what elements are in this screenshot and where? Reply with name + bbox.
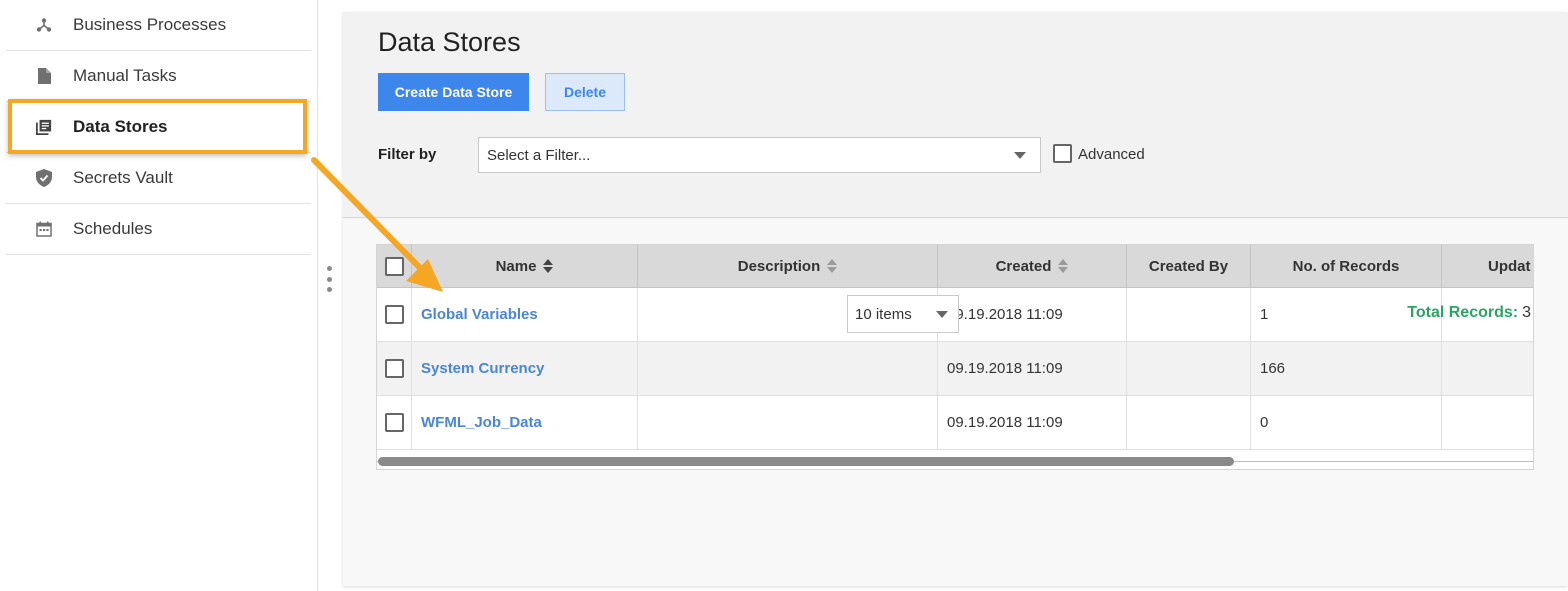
main-panel: Data Stores Create Data Store Delete Fil… [343,12,1568,586]
column-header-created-by[interactable]: Created By [1127,245,1251,287]
sidebar-item-label: Secrets Vault [73,168,173,187]
filter-label: Filter by [378,146,437,163]
row-description [638,342,938,395]
sidebar-item-label: Business Processes [73,15,227,34]
table-header: Name Description Created Created By No. … [377,245,1533,288]
sidebar-item-manual-tasks[interactable]: Manual Tasks [6,51,311,102]
panel-resize-handle[interactable] [326,266,332,292]
row-name-link[interactable]: System Currency [412,342,638,395]
row-created: 09.19.2018 11:09 [938,288,1127,341]
sidebar-item-business-processes[interactable]: Business Processes [6,0,311,51]
row-description [638,396,938,449]
row-records: 0 [1251,396,1442,449]
data-stores-table: Name Description Created Created By No. … [376,244,1534,470]
sort-icon [543,259,554,273]
sidebar: Business Processes Manual Tasks Data Sto… [0,0,318,591]
sort-icon [827,259,838,273]
scrollbar-thumb[interactable] [378,457,1234,466]
total-records-value: 3 [1522,304,1531,321]
row-records: 166 [1251,342,1442,395]
row-created: 09.19.2018 11:09 [938,342,1127,395]
row-updated [1442,396,1533,449]
filter-placeholder: Select a Filter... [487,146,591,164]
chevron-down-icon [936,311,948,318]
create-data-store-button[interactable]: Create Data Store [378,73,529,111]
total-records: Total Records: 3 [1407,304,1531,322]
row-updated [1442,342,1533,395]
advanced-label: Advanced [1078,146,1145,163]
row-checkbox[interactable] [385,413,404,432]
column-header-name[interactable]: Name [412,245,638,287]
filter-select[interactable]: Select a Filter... [478,137,1041,173]
sidebar-item-label: Schedules [73,219,153,238]
row-checkbox[interactable] [385,359,404,378]
table-row[interactable]: WFML_Job_Data 09.19.2018 11:09 0 [377,396,1533,450]
row-created-by [1127,288,1251,341]
document-icon [36,68,52,84]
column-header-updated[interactable]: Updat [1442,245,1533,287]
sidebar-item-schedules[interactable]: Schedules [6,204,311,255]
sort-icon [1058,259,1069,273]
calendar-icon [36,221,52,237]
horizontal-scrollbar[interactable] [377,457,1533,467]
sidebar-item-secrets-vault[interactable]: Secrets Vault [6,153,311,204]
sidebar-item-label: Data Stores [73,117,168,136]
toolbar-area: Data Stores Create Data Store Delete Fil… [343,12,1568,218]
row-created-by [1127,342,1251,395]
column-header-created[interactable]: Created [938,245,1127,287]
page-size-select[interactable]: 10 items [847,295,959,333]
shield-icon [36,169,52,187]
datastore-icon [36,119,52,135]
advanced-checkbox[interactable] [1053,144,1072,163]
chevron-down-icon [1014,152,1026,159]
process-icon [36,17,52,33]
column-header-description[interactable]: Description [638,245,938,287]
row-created-by [1127,396,1251,449]
select-all-checkbox[interactable] [384,256,404,276]
page-title: Data Stores [378,27,521,57]
row-name-link[interactable]: WFML_Job_Data [412,396,638,449]
row-checkbox[interactable] [385,305,404,324]
column-header-records[interactable]: No. of Records [1251,245,1442,287]
row-created: 09.19.2018 11:09 [938,396,1127,449]
header-select-all [377,245,412,287]
table-row[interactable]: System Currency 09.19.2018 11:09 166 [377,342,1533,396]
sidebar-item-data-stores[interactable]: Data Stores [6,102,311,153]
total-records-label: Total Records: [1407,304,1519,321]
row-name-link[interactable]: Global Variables [412,288,638,341]
sidebar-item-label: Manual Tasks [73,66,177,85]
delete-button[interactable]: Delete [545,73,625,111]
page-size-label: 10 items [855,305,912,323]
